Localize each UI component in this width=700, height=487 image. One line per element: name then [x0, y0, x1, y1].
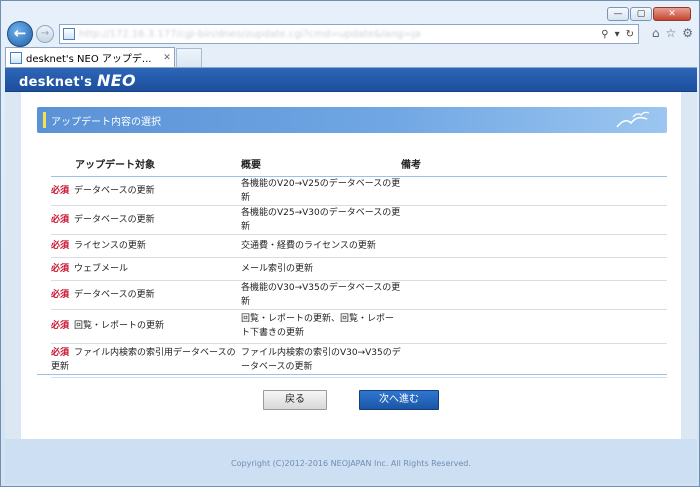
required-label: 必須 [51, 240, 70, 251]
table-row: 必須 ファイル内検索の索引用データベースの更新 ファイル内検索の索引のV30→V3… [51, 343, 667, 378]
dropdown-icon[interactable]: ▾ [615, 29, 620, 40]
target-text: データベースの更新 [74, 289, 155, 300]
target-cell: 必須 ライセンスの更新 [51, 234, 241, 258]
target-cell: 必須 ウェブメール [51, 257, 241, 281]
required-label: 必須 [51, 185, 70, 196]
maximize-button[interactable]: ▢ [630, 7, 652, 21]
summary-cell: 各機能のV30→V35のデータベースの更新 [241, 280, 401, 310]
refresh-icon[interactable]: ↻ [626, 29, 634, 40]
next-button[interactable]: 次へ進む [359, 390, 439, 410]
tab-desknets-neo[interactable]: desknet's NEO アップデ... ✕ [5, 47, 175, 67]
summary-cell: ファイル内検索の索引のV30→V35のデータベースの更新 [241, 343, 401, 378]
copyright-text: Copyright (C)2012-2016 NEOJAPAN Inc. All… [231, 459, 471, 468]
address-tools: ⚲ ▾ ↻ [601, 29, 638, 40]
logo-prefix: desknet's [19, 75, 93, 90]
tab-title: desknet's NEO アップデ... [26, 54, 152, 65]
browser-toolbar-icons: ⌂ ☆ ⚙ [652, 26, 693, 40]
new-tab-button[interactable] [176, 48, 202, 67]
star-icon[interactable]: ☆ [665, 26, 676, 40]
back-button[interactable]: 戻る [263, 390, 327, 410]
notes-cell [401, 205, 667, 235]
table-header-row: アップデート対象 概要 備考 [51, 152, 667, 177]
header-summary: 概要 [241, 152, 401, 177]
target-text: ライセンスの更新 [74, 240, 146, 251]
target-text: データベースの更新 [74, 185, 155, 196]
target-text: ファイル内検索の索引用データベースの更新 [51, 348, 236, 372]
target-cell: 必須 データベースの更新 [51, 280, 241, 310]
page-icon [63, 28, 75, 40]
update-table: アップデート対象 概要 備考 必須 データベースの更新 各機能のV20→V25のデ… [51, 152, 667, 378]
tab-bar: desknet's NEO アップデ... ✕ [5, 47, 695, 67]
notes-cell [401, 309, 667, 344]
required-label: 必須 [51, 289, 70, 300]
header-notes: 備考 [401, 152, 667, 177]
home-icon[interactable]: ⌂ [652, 26, 660, 40]
target-cell: 必須 データベースの更新 [51, 176, 241, 206]
summary-cell: 回覧・レポートの更新、回覧・レポート下書きの更新 [241, 309, 401, 344]
required-label: 必須 [51, 214, 70, 225]
window-controls: — ▢ ✕ [607, 7, 691, 21]
target-cell: 必須 ファイル内検索の索引用データベースの更新 [51, 343, 241, 378]
target-cell: 必須 データベースの更新 [51, 205, 241, 235]
required-label: 必須 [51, 321, 70, 331]
target-text: 回覧・レポートの更新 [74, 321, 165, 331]
page-viewport: desknet's NEO Copyright (C)2012-2016 NEO… [5, 67, 697, 484]
table-row: 必須 データベースの更新 各機能のV30→V35のデータベースの更新 [51, 280, 667, 310]
target-text: データベースの更新 [74, 214, 155, 225]
table-row: 必須 データベースの更新 各機能のV20→V25のデータベースの更新 [51, 176, 667, 206]
notes-cell [401, 343, 667, 378]
table-row: 必須 回覧・レポートの更新 回覧・レポートの更新、回覧・レポート下書きの更新 [51, 309, 667, 344]
address-bar[interactable]: http://172.16.3.177/cgi-bin/dneo/zupdate… [59, 24, 639, 44]
divider [37, 374, 667, 375]
required-label: 必須 [51, 348, 70, 358]
content-panel: アップデート内容の選択 アップデート対象 概要 備考 必須 データベースの更新 … [21, 92, 681, 439]
gear-icon[interactable]: ⚙ [682, 26, 693, 40]
forward-arrow-icon[interactable]: → [36, 25, 54, 43]
bird-decoration-icon [616, 111, 650, 128]
summary-cell: 各機能のV20→V25のデータベースの更新 [241, 176, 401, 206]
target-cell: 必須 回覧・レポートの更新 [51, 309, 241, 344]
table-row: 必須 ウェブメール メール索引の更新 [51, 257, 667, 281]
back-arrow-icon[interactable]: ← [7, 21, 33, 47]
close-window-button[interactable]: ✕ [653, 7, 691, 21]
notes-cell [401, 176, 667, 206]
logo-main: NEO [97, 71, 136, 90]
close-tab-icon[interactable]: ✕ [160, 53, 174, 63]
summary-cell: メール索引の更新 [241, 257, 401, 281]
section-title: アップデート内容の選択 [51, 117, 161, 128]
app-logo: desknet's NEO [19, 71, 136, 90]
navigation-bar: ← → http://172.16.3.177/cgi-bin/dneo/zup… [7, 21, 693, 47]
notes-cell [401, 257, 667, 281]
notes-cell [401, 280, 667, 310]
search-icon[interactable]: ⚲ [601, 29, 608, 40]
header-target: アップデート対象 [51, 152, 241, 177]
address-url[interactable]: http://172.16.3.177/cgi-bin/dneo/zupdate… [79, 29, 601, 40]
table-row: 必須 ライセンスの更新 交通費・経費のライセンスの更新 [51, 234, 667, 258]
browser-window: — ▢ ✕ ← → http://172.16.3.177/cgi-bin/dn… [0, 0, 700, 487]
notes-cell [401, 234, 667, 258]
summary-cell: 交通費・経費のライセンスの更新 [241, 234, 401, 258]
minimize-button[interactable]: — [607, 7, 629, 21]
section-header: アップデート内容の選択 [37, 107, 667, 133]
page-icon [10, 51, 22, 64]
required-label: 必須 [51, 263, 70, 274]
section-marker [43, 112, 46, 128]
app-header: desknet's NEO [5, 68, 697, 92]
summary-cell: 各機能のV25→V30のデータベースの更新 [241, 205, 401, 235]
target-text: ウェブメール [74, 263, 129, 274]
table-row: 必須 データベースの更新 各機能のV25→V30のデータベースの更新 [51, 205, 667, 235]
